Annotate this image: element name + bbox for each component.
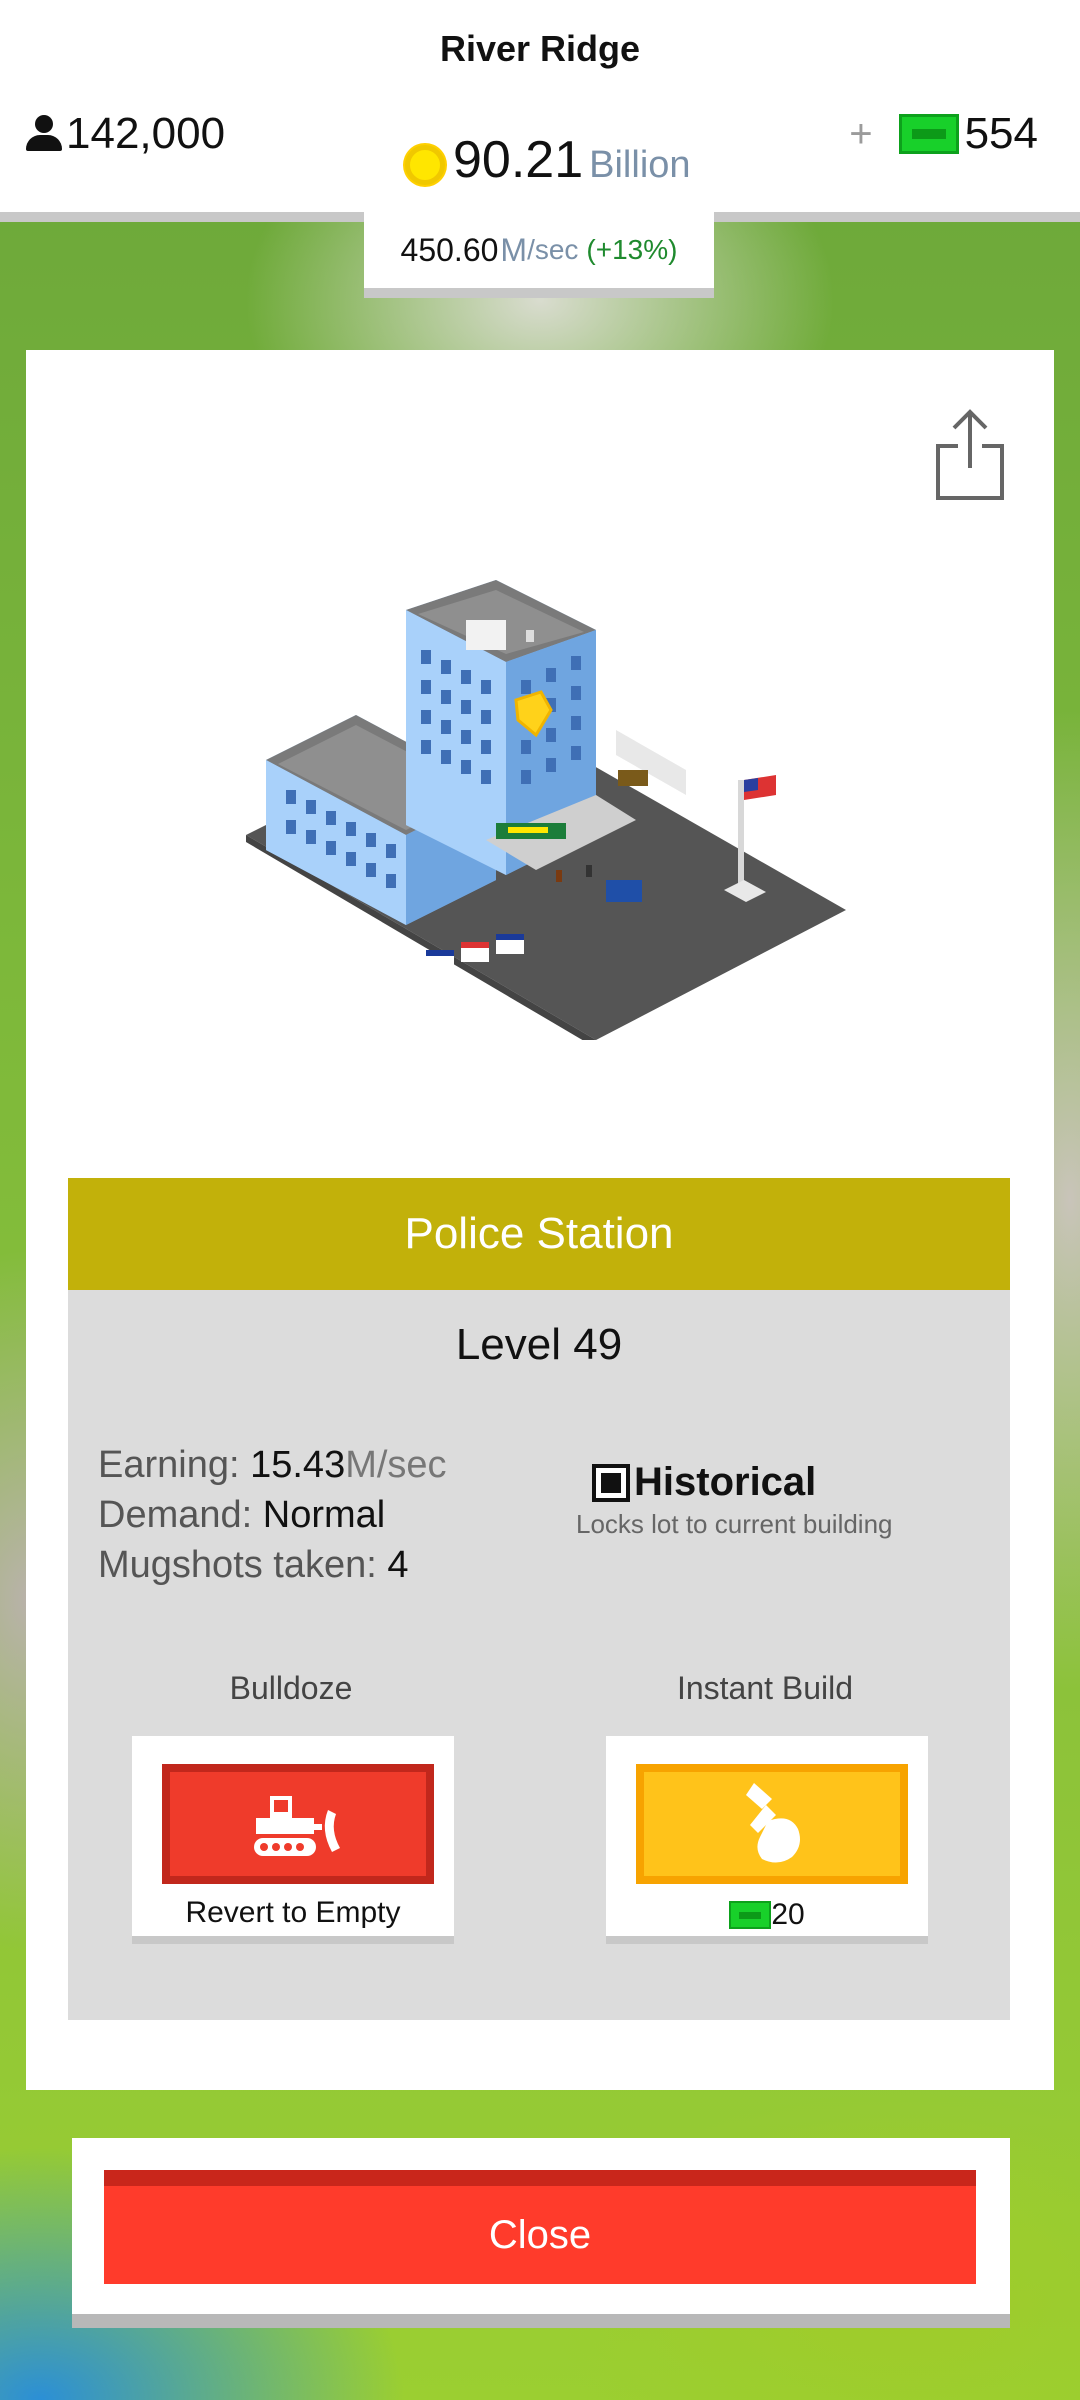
demand-row: Demand: Normal bbox=[98, 1490, 447, 1540]
instant-build-button[interactable] bbox=[636, 1764, 908, 1884]
person-icon bbox=[26, 115, 62, 153]
mugshots-value: 4 bbox=[387, 1544, 409, 1586]
close-container: Close bbox=[72, 2138, 1010, 2328]
income-rate-tab: 450.60 M /sec (+13%) bbox=[364, 212, 714, 298]
earning-label: Earning: bbox=[98, 1444, 240, 1486]
demand-value: Normal bbox=[262, 1494, 386, 1536]
earning-unit: M/sec bbox=[345, 1444, 447, 1486]
cash-value: 554 bbox=[964, 109, 1038, 158]
bulldoze-caption: Revert to Empty bbox=[185, 1896, 401, 1929]
checkbox-icon[interactable] bbox=[592, 1463, 630, 1502]
building-panel: Police Station Level 49 Earning: 15.43M/… bbox=[26, 350, 1054, 2090]
rate-value: 450.60 bbox=[400, 231, 499, 268]
population-display: 142,000 bbox=[26, 104, 225, 164]
earning-value: 15.43 bbox=[250, 1444, 346, 1486]
close-label: Close bbox=[488, 2212, 592, 2257]
money-amount: 90.21 bbox=[453, 131, 584, 189]
mugshots-row: Mugshots taken: 4 bbox=[98, 1540, 447, 1590]
historical-toggle[interactable]: Historical Locks lot to current building bbox=[576, 1460, 952, 1540]
instant-build-cost-value: 20 bbox=[771, 1898, 805, 1931]
bulldoze-card: Revert to Empty bbox=[132, 1736, 454, 1944]
cash-display[interactable]: + 554 bbox=[849, 104, 1038, 164]
bill-icon bbox=[898, 114, 959, 154]
money-unit: Billion bbox=[589, 144, 691, 186]
rate-unit: M bbox=[500, 231, 528, 268]
top-bar: River Ridge 142,000 90.21 Billion + 554 bbox=[0, 0, 1080, 222]
population-value: 142,000 bbox=[66, 109, 226, 158]
instant-build-label: Instant Build bbox=[676, 1670, 854, 1706]
mugshots-label: Mugshots taken: bbox=[98, 1544, 377, 1586]
historical-description: Locks lot to current building bbox=[576, 1509, 893, 1539]
building-stats: Earning: 15.43M/sec Demand: Normal Mugsh… bbox=[98, 1440, 447, 1590]
rate-bonus: (+13%) bbox=[586, 234, 678, 265]
bulldoze-button[interactable] bbox=[162, 1764, 434, 1884]
building-name: Police Station bbox=[404, 1209, 674, 1258]
bulldoze-label: Bulldoze bbox=[229, 1670, 353, 1706]
police-station-image bbox=[246, 580, 866, 1048]
instant-build-card: 20 bbox=[606, 1736, 928, 1944]
city-name: River Ridge bbox=[439, 28, 641, 69]
rate-suffix: /sec bbox=[527, 234, 579, 265]
close-button[interactable]: Close bbox=[104, 2170, 976, 2284]
coin-icon bbox=[405, 145, 445, 185]
building-level: Level 49 bbox=[455, 1320, 623, 1369]
instant-build-cost: 20 bbox=[606, 1898, 928, 1932]
add-cash-button[interactable]: + bbox=[849, 112, 872, 157]
demand-label: Demand: bbox=[98, 1494, 253, 1536]
money-display: 90.21 Billion bbox=[405, 130, 691, 200]
hammer-icon bbox=[746, 1783, 800, 1863]
historical-label: Historical bbox=[634, 1460, 817, 1504]
bill-icon bbox=[729, 1901, 772, 1929]
bulldozer-icon bbox=[254, 1796, 340, 1856]
share-icon[interactable] bbox=[934, 406, 1006, 502]
building-title-bar: Police Station bbox=[68, 1178, 1010, 1290]
earning-row: Earning: 15.43M/sec bbox=[98, 1440, 447, 1490]
building-info: Level 49 Earning: 15.43M/sec Demand: Nor… bbox=[68, 1290, 1010, 2020]
